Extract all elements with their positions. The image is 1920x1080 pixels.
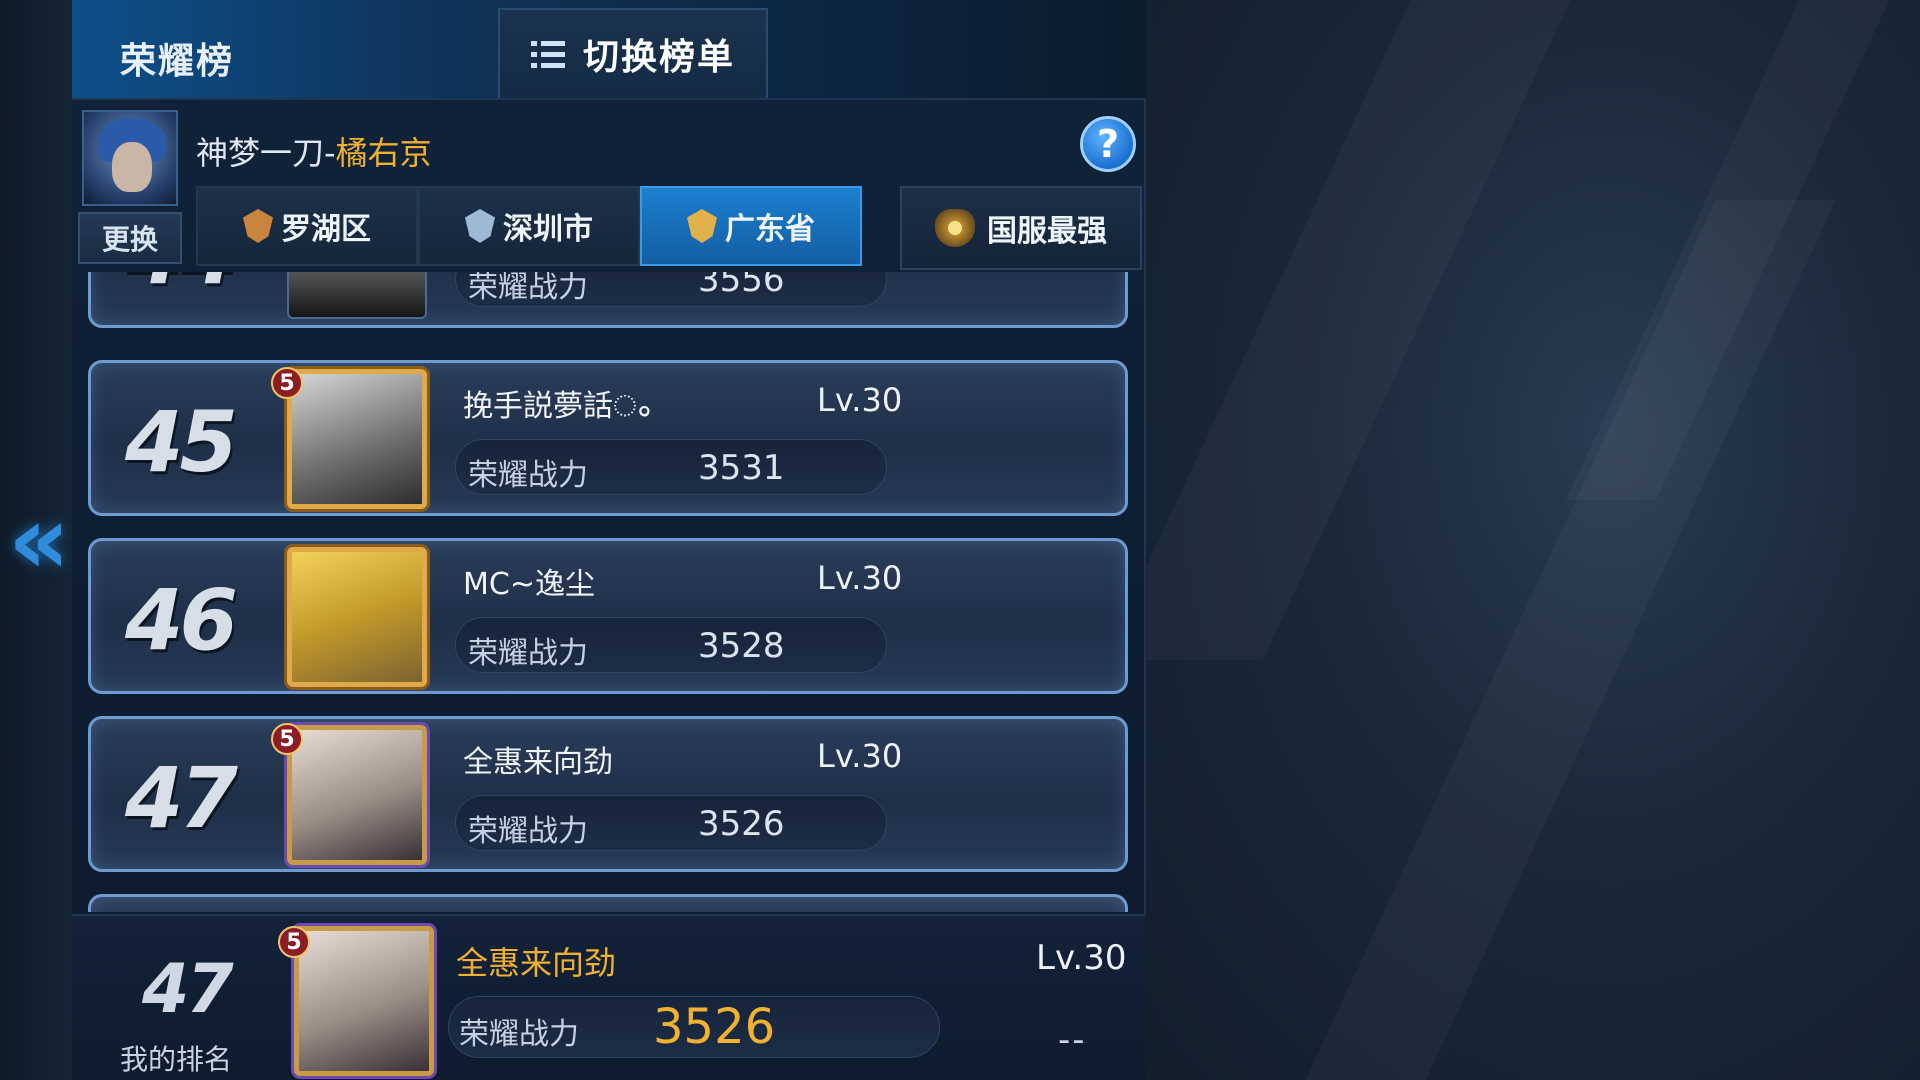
back-arrow-icon[interactable]: « [8, 490, 70, 590]
player-avatar [287, 272, 427, 319]
power-pill: 荣耀战力 3531 [455, 439, 887, 495]
my-player-name: 全惠来向劲 [456, 944, 617, 982]
power-pill: 荣耀战力 3528 [455, 617, 887, 673]
switch-leaderboard-label: 切换榜单 [582, 37, 735, 78]
page-title: 荣耀榜 [120, 41, 235, 82]
rank-change: -- [1058, 1020, 1087, 1060]
player-avatar [287, 369, 427, 509]
tab-city[interactable]: 深圳市 [418, 186, 640, 266]
hero-name-highlight: 橘右京 [335, 134, 432, 172]
change-hero-button[interactable]: 更换 [78, 212, 182, 264]
power-label: 荣耀战力 [468, 272, 588, 305]
background-shard [1566, 0, 1920, 500]
power-pill: 荣耀战力 3556 [455, 272, 887, 307]
bronze-gem-icon [243, 209, 273, 243]
power-label: 荣耀战力 [459, 1017, 579, 1052]
power-label: 荣耀战力 [468, 814, 588, 849]
hero-avatar[interactable] [82, 110, 178, 206]
player-level: Lv.30 [817, 559, 903, 597]
crown-eye-icon [935, 209, 975, 247]
power-value: 3526 [698, 804, 785, 844]
tab-label: 罗湖区 [281, 212, 371, 247]
player-level: Lv.30 [817, 381, 903, 419]
hero-selector: 更换 神梦一刀-橘右京 ? 罗湖区 深圳市 广东省 国服最强 [72, 102, 1146, 270]
switch-leaderboard-button[interactable]: 切换榜单 [498, 8, 768, 98]
list-item[interactable]: 46 MC~逸尘 Lv.30 荣耀战力 3528 [88, 538, 1128, 694]
hero-name-prefix: 神梦一刀- [196, 134, 336, 172]
player-name: 挽手説夢話ം [463, 389, 650, 424]
panel-header: 荣耀榜 切换榜单 [72, 0, 1146, 100]
rank-number: 47 [125, 749, 238, 847]
rank-number: 45 [125, 393, 238, 491]
tab-province[interactable]: 广东省 [640, 186, 862, 266]
list-item[interactable]: 47 5 全惠来向劲 Lv.30 荣耀战力 3526 [88, 716, 1128, 872]
tab-district[interactable]: 罗湖区 [196, 186, 418, 266]
my-rank-bar: 47 我的排名 5 全惠来向劲 Lv.30 荣耀战力 3526 -- [72, 914, 1146, 1080]
power-value: 3528 [698, 626, 785, 666]
left-rail: « [0, 0, 72, 1080]
background-shard [1103, 0, 1589, 660]
rank-number: 46 [125, 571, 238, 669]
power-label: 荣耀战力 [468, 458, 588, 493]
list-icon [530, 39, 565, 69]
tab-national-strongest[interactable]: 国服最强 [900, 186, 1142, 270]
hero-name: 神梦一刀-橘右京 [196, 128, 432, 174]
my-rank-label: 我的排名 [120, 1043, 233, 1076]
leaderboard-panel: 荣耀榜 切换榜单 更换 神梦一刀-橘右京 ? 罗湖区 深圳市 广东省 国服最强 … [72, 0, 1146, 1080]
list-item[interactable]: 44 荣耀战力 3556 [88, 272, 1128, 328]
player-avatar [287, 725, 427, 865]
power-pill: 荣耀战力 3526 [455, 795, 887, 851]
hero-face [112, 142, 152, 192]
gold-gem-icon [687, 209, 717, 243]
my-rank-number: 47 [142, 950, 234, 1029]
list-item[interactable] [88, 894, 1128, 912]
my-power-value: 3526 [653, 999, 776, 1055]
my-avatar [294, 926, 434, 1076]
level-badge: 5 [271, 367, 303, 399]
silver-gem-icon [465, 209, 495, 243]
tab-label: 广东省 [725, 212, 815, 247]
tab-label: 国服最强 [987, 214, 1107, 249]
list-item[interactable]: 45 5 挽手説夢話ം Lv.30 荣耀战力 3531 [88, 360, 1128, 516]
level-badge: 5 [271, 723, 303, 755]
help-button[interactable]: ? [1080, 116, 1136, 172]
background-art [1146, 0, 1920, 1080]
player-level: Lv.30 [817, 737, 903, 775]
power-label: 荣耀战力 [468, 636, 588, 671]
power-value: 3531 [698, 448, 785, 488]
player-name: 全惠来向劲 [463, 745, 613, 780]
ranking-list[interactable]: 44 荣耀战力 3556 45 5 挽手説夢話ം Lv.30 荣耀战力 3531… [88, 272, 1128, 912]
my-player-level: Lv.30 [1036, 938, 1127, 978]
level-badge: 5 [278, 926, 310, 958]
player-name: MC~逸尘 [463, 567, 595, 602]
my-power-pill: 荣耀战力 3526 [448, 996, 940, 1058]
tab-label: 深圳市 [503, 212, 593, 247]
player-avatar [287, 547, 427, 687]
rank-number: 44 [125, 272, 255, 303]
power-value: 3556 [698, 272, 785, 300]
